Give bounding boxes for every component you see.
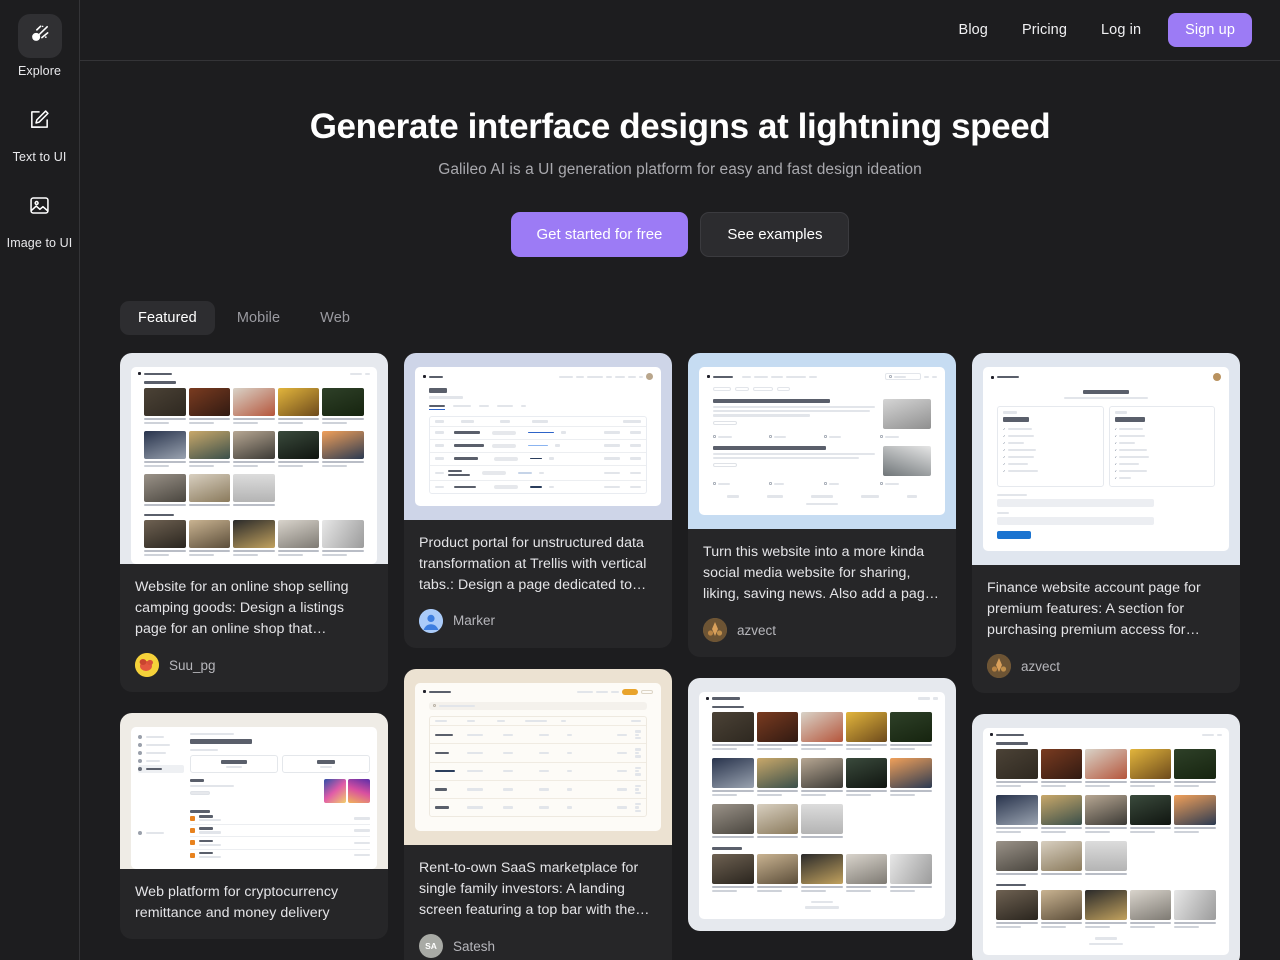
nav-link-blog[interactable]: Blog (942, 14, 1005, 46)
avatar (135, 653, 159, 677)
card-thumbnail (120, 713, 388, 869)
rail-icon-box (18, 14, 62, 58)
card-body: Turn this website into a more kinda soci… (688, 529, 956, 657)
sidebar-item-label: Explore (18, 64, 61, 78)
card-title: Web platform for cryptocurrency remittan… (135, 882, 373, 924)
image-icon (28, 194, 51, 222)
avatar-art-icon (135, 653, 159, 677)
page-subtitle: Galileo AI is a UI generation platform f… (80, 161, 1280, 179)
left-rail: Explore Text to UI (0, 0, 80, 960)
card-author[interactable]: azvect (987, 654, 1225, 678)
avatar (703, 618, 727, 642)
mock-preview-shop-listings (120, 353, 388, 564)
avatar-initials: SA (425, 941, 437, 951)
sidebar-item-image-to-ui[interactable]: Image to UI (0, 186, 80, 250)
author-name: Satesh (453, 939, 495, 954)
sidebar-item-label: Text to UI (13, 150, 67, 164)
card-thumbnail: ✓ ✓ ✓ ✓ ✓ ✓ ✓ (972, 353, 1240, 565)
mock-preview-shop-listings (972, 714, 1240, 960)
card-body: Website for an online shop selling campi… (120, 564, 388, 692)
avatar (987, 654, 1011, 678)
design-gallery: Website for an online shop selling campi… (80, 335, 1280, 960)
avatar-art-icon (703, 618, 727, 642)
card-title: Product portal for unstructured data tra… (419, 533, 657, 596)
card-body: Rent-to-own SaaS marketplace for single … (404, 845, 672, 960)
card-thumbnail (120, 353, 388, 564)
avatar-person-icon (419, 609, 443, 633)
pencil-square-icon (28, 108, 51, 136)
card-title: Website for an online shop selling campi… (135, 577, 373, 640)
gallery-card[interactable]: Rent-to-own SaaS marketplace for single … (404, 669, 672, 960)
author-name: azvect (737, 623, 776, 638)
tab-web[interactable]: Web (302, 301, 368, 335)
card-title: Finance website account page for premium… (987, 578, 1225, 641)
gallery-card[interactable]: ✓ ✓ ✓ ✓ ✓ ✓ ✓ (972, 353, 1240, 693)
card-thumbnail (404, 669, 672, 845)
card-body: Product portal for unstructured data tra… (404, 520, 672, 648)
comet-icon (28, 22, 51, 50)
mock-preview-crypto-dashboard (120, 713, 388, 869)
card-author[interactable]: SA Satesh (419, 934, 657, 958)
rail-icon-box (18, 100, 62, 144)
nav-link-login[interactable]: Log in (1084, 14, 1158, 46)
gallery-card[interactable]: Website for an online shop selling campi… (120, 353, 388, 692)
mock-preview-pricing-upgrade: ✓ ✓ ✓ ✓ ✓ ✓ ✓ (972, 353, 1240, 565)
gallery-card[interactable]: Turn this website into a more kinda soci… (688, 353, 956, 657)
card-author[interactable]: Suu_pg (135, 653, 373, 677)
card-title: Turn this website into a more kinda soci… (703, 542, 941, 605)
gallery-card[interactable] (972, 714, 1240, 960)
main-content: Blog Pricing Log in Sign up Generate int… (80, 0, 1280, 960)
card-thumbnail (404, 353, 672, 520)
card-thumbnail (972, 714, 1240, 960)
top-navigation-bar: Blog Pricing Log in Sign up (80, 0, 1280, 61)
tab-mobile[interactable]: Mobile (219, 301, 298, 335)
avatar (419, 609, 443, 633)
author-name: Marker (453, 613, 495, 628)
avatar-art-icon (987, 654, 1011, 678)
avatar: SA (419, 934, 443, 958)
mock-preview-marketplace-table (404, 669, 672, 845)
card-thumbnail (688, 353, 956, 529)
tab-featured[interactable]: Featured (120, 301, 215, 335)
mock-preview-jobs-table (404, 353, 672, 520)
card-thumbnail (688, 678, 956, 931)
sidebar-item-explore[interactable]: Explore (0, 14, 80, 78)
page-title: Generate interface designs at lightning … (80, 107, 1280, 147)
hero-actions: Get started for free See examples (80, 212, 1280, 257)
card-body: Web platform for cryptocurrency remittan… (120, 869, 388, 939)
see-examples-button[interactable]: See examples (700, 212, 849, 257)
card-author[interactable]: azvect (703, 618, 941, 642)
card-title: Rent-to-own SaaS marketplace for single … (419, 858, 657, 921)
gallery-card[interactable]: Web platform for cryptocurrency remittan… (120, 713, 388, 939)
card-body: Finance website account page for premium… (972, 565, 1240, 693)
rail-icon-box (18, 186, 62, 230)
author-name: azvect (1021, 659, 1060, 674)
sidebar-item-text-to-ui[interactable]: Text to UI (0, 100, 80, 164)
get-started-button[interactable]: Get started for free (511, 212, 689, 257)
sign-up-button[interactable]: Sign up (1168, 13, 1252, 47)
sidebar-item-label: Image to UI (7, 236, 73, 250)
gallery-card[interactable]: Product portal for unstructured data tra… (404, 353, 672, 648)
mock-preview-news-feed (688, 353, 956, 529)
gallery-card[interactable] (688, 678, 956, 931)
mock-preview-shop-listings (688, 678, 956, 931)
filter-tabs: Featured Mobile Web (80, 257, 1280, 335)
nav-link-pricing[interactable]: Pricing (1005, 14, 1084, 46)
author-name: Suu_pg (169, 658, 216, 673)
card-author[interactable]: Marker (419, 609, 657, 633)
hero-section: Generate interface designs at lightning … (80, 61, 1280, 257)
